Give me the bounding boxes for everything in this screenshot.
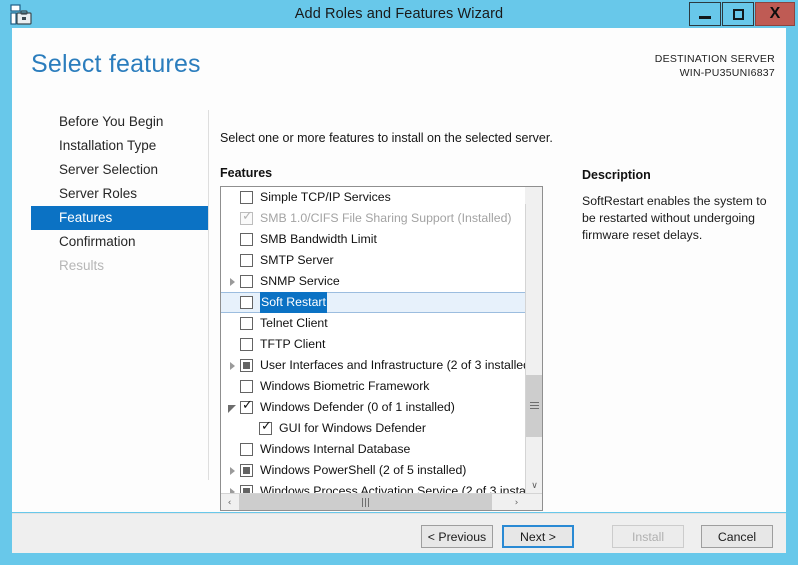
partial-check-icon — [243, 362, 250, 369]
maximize-button[interactable] — [722, 2, 754, 26]
chevron-right-icon[interactable] — [224, 355, 240, 376]
expander-triangle — [229, 361, 235, 370]
chevron-down-icon[interactable] — [224, 397, 240, 418]
feature-checkbox-checked[interactable]: ✓ — [259, 419, 272, 435]
sidebar-item-installation-type[interactable]: Installation Type — [31, 134, 208, 158]
description-title: Description — [582, 168, 651, 182]
description-body: SoftRestart enables the system to be res… — [582, 194, 767, 242]
tree-row[interactable]: ✓ SMB 1.0/CIFS File Sharing Support (Inst… — [221, 208, 526, 229]
window-title: Add Roles and Features Wizard — [294, 6, 504, 22]
feature-label: Simple TCP/IP Services — [260, 190, 391, 204]
feature-label: Windows PowerShell (2 of 5 installed) — [260, 463, 467, 477]
maximize-icon — [732, 8, 744, 20]
cancel-button[interactable]: Cancel — [701, 525, 773, 548]
chevron-right-icon[interactable] — [224, 271, 240, 292]
sidebar-item-confirmation[interactable]: Confirmation — [31, 230, 208, 254]
expander-triangle — [229, 277, 235, 286]
scroll-left-icon[interactable]: ‹ — [221, 494, 238, 510]
feature-checkbox-unchecked[interactable] — [240, 191, 253, 204]
features-tree-vertical-scrollbar[interactable]: ∧ ∨ — [525, 187, 542, 494]
expander-triangle — [229, 466, 235, 475]
chevron-right-icon[interactable] — [224, 460, 240, 481]
title-bar: Add Roles and Features Wizard X — [0, 0, 798, 28]
feature-checkbox-checked: ✓ — [240, 209, 253, 225]
features-tree-horizontal-scrollbar[interactable]: ‹ › — [221, 493, 542, 510]
feature-label: TFTP Client — [260, 337, 326, 351]
feature-checkbox-unchecked[interactable] — [240, 317, 253, 330]
tree-row[interactable]: Windows Internal Database — [221, 439, 526, 460]
scroll-thumb-grip-h — [361, 498, 370, 507]
check-icon: ✓ — [242, 398, 253, 413]
sidebar-item-server-roles[interactable]: Server Roles — [31, 182, 208, 206]
wizard-page: Select features DESTINATION SERVER WIN-P… — [12, 28, 786, 512]
check-icon: ✓ — [261, 419, 272, 434]
feature-checkbox-unchecked[interactable] — [240, 443, 253, 456]
feature-checkbox-unchecked[interactable] — [240, 275, 253, 288]
destination-server-name: WIN-PU35UNI6837 — [679, 67, 775, 79]
feature-checkbox-unchecked[interactable] — [240, 233, 253, 246]
destination-server-block: DESTINATION SERVER WIN-PU35UNI6837 — [655, 52, 775, 80]
scroll-thumb-grip — [530, 402, 539, 410]
feature-checkbox-unchecked[interactable] — [240, 338, 253, 351]
feature-label: SNMP Service — [260, 274, 340, 288]
tree-row[interactable]: Soft Restart — [221, 292, 526, 313]
install-button: Install — [612, 525, 684, 548]
feature-checkbox-unchecked[interactable] — [240, 296, 253, 309]
tree-row[interactable]: Windows Biometric Framework — [221, 376, 526, 397]
tree-row[interactable]: ✓ GUI for Windows Defender — [221, 418, 526, 439]
feature-label: Windows Defender (0 of 1 installed) — [260, 400, 455, 414]
destination-server-label: DESTINATION SERVER — [654, 53, 775, 65]
expander-triangle — [228, 404, 236, 413]
tree-row[interactable]: Windows PowerShell (2 of 5 installed) — [221, 460, 526, 481]
feature-checkbox-partial[interactable] — [240, 359, 253, 372]
feature-label: Windows Biometric Framework — [260, 379, 430, 393]
scroll-right-icon[interactable]: › — [508, 494, 525, 510]
feature-label: GUI for Windows Defender — [279, 421, 426, 435]
wizard-window: Add Roles and Features Wizard X Select f… — [0, 0, 798, 565]
sidebar-item-results: Results — [59, 258, 105, 273]
tree-row[interactable]: SMTP Server — [221, 250, 526, 271]
scrollbar-corner — [525, 187, 542, 204]
wizard-navigation: Before You Begin Installation Type Serve… — [31, 110, 209, 480]
feature-label: User Interfaces and Infrastructure (2 of… — [260, 358, 526, 372]
features-tree-listbox[interactable]: Simple TCP/IP Services ✓ SMB 1.0/CIFS File… — [220, 186, 543, 511]
feature-checkbox-unchecked[interactable] — [240, 254, 253, 267]
features-tree-viewport: Simple TCP/IP Services ✓ SMB 1.0/CIFS File… — [221, 187, 526, 494]
feature-label: Soft Restart — [260, 292, 327, 313]
tree-row[interactable]: SMB Bandwidth Limit — [221, 229, 526, 250]
tree-row[interactable]: Simple TCP/IP Services — [221, 187, 526, 208]
horizontal-scroll-thumb[interactable] — [239, 494, 492, 510]
wizard-footer: < Previous Next > Install Cancel — [12, 513, 786, 553]
sidebar-item-features[interactable]: Features — [31, 206, 208, 230]
tree-row[interactable]: Telnet Client — [221, 313, 526, 334]
feature-label: SMTP Server — [260, 253, 334, 267]
close-icon: X — [769, 5, 781, 22]
feature-label: Windows Internal Database — [260, 442, 411, 456]
tree-row[interactable]: TFTP Client — [221, 334, 526, 355]
page-title: Select features — [31, 50, 201, 78]
feature-checkbox-partial[interactable] — [240, 464, 253, 477]
instruction-text: Select one or more features to install o… — [220, 131, 553, 145]
features-section-label: Features — [220, 166, 273, 180]
sidebar-item-before-you-begin[interactable]: Before You Begin — [31, 110, 208, 134]
vertical-scroll-thumb[interactable] — [526, 375, 542, 437]
feature-label: SMB 1.0/CIFS File Sharing Support (Insta… — [260, 211, 512, 225]
sidebar-item-server-selection[interactable]: Server Selection — [31, 158, 208, 182]
feature-label: SMB Bandwidth Limit — [260, 232, 377, 246]
partial-check-icon — [243, 467, 250, 474]
previous-button[interactable]: < Previous — [421, 525, 493, 548]
scroll-down-icon[interactable]: ∨ — [526, 477, 542, 494]
tree-row[interactable]: User Interfaces and Infrastructure (2 of… — [221, 355, 526, 376]
close-button[interactable]: X — [755, 2, 795, 26]
minimize-icon — [699, 15, 711, 19]
next-button[interactable]: Next > — [502, 525, 574, 548]
feature-checkbox-unchecked[interactable] — [240, 380, 253, 393]
tree-row[interactable]: ✓ Windows Defender (0 of 1 installed) — [221, 397, 526, 418]
feature-checkbox-checked[interactable]: ✓ — [240, 398, 253, 414]
tree-row[interactable]: SNMP Service — [221, 271, 526, 292]
minimize-button[interactable] — [689, 2, 721, 26]
check-icon: ✓ — [242, 209, 253, 224]
feature-label: Telnet Client — [260, 316, 328, 330]
